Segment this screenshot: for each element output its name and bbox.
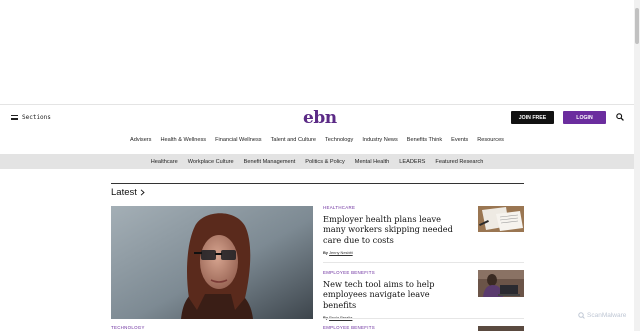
page-scrollbar[interactable] [634, 0, 640, 331]
subnav-item-leaders[interactable]: LEADERS [399, 159, 425, 165]
person-at-laptop-image [478, 270, 524, 297]
article-divider [323, 318, 524, 319]
site-logo[interactable]: ebn [303, 108, 337, 128]
nav-item-advisers[interactable]: Advisers [130, 137, 151, 143]
scanmalware-logo-icon [578, 312, 585, 319]
nav-item-benefits-think[interactable]: Benefits Think [407, 137, 442, 143]
nav-item-talent-culture[interactable]: Talent and Culture [271, 137, 316, 143]
scanmalware-watermark: ScanMalware [578, 312, 626, 319]
article-headline[interactable]: Employer health plans leave many workers… [323, 214, 465, 245]
latest-heading-link[interactable]: Latest [111, 187, 145, 198]
subnav-item-mental-health[interactable]: Mental Health [355, 159, 390, 165]
documents-on-desk-image [478, 206, 524, 232]
nav-item-resources[interactable]: Resources [477, 137, 504, 143]
article-thumbnail[interactable] [478, 206, 524, 232]
section-divider [111, 183, 524, 184]
subnav-item-workplace-culture[interactable]: Workplace Culture [188, 159, 234, 165]
article-headline[interactable]: New tech tool aims to help employees nav… [323, 279, 465, 310]
latest-title: Latest [111, 187, 137, 198]
sections-menu-button[interactable]: Sections [11, 114, 51, 121]
subnav-item-benefit-management[interactable]: Benefit Management [244, 159, 296, 165]
woman-smart-glasses-image [111, 206, 313, 319]
article-card: HEALTHCARE Employer health plans leave m… [323, 205, 524, 255]
site-header: Sections ebn JOIN FREE LOGIN [0, 104, 634, 128]
article-divider [323, 262, 524, 263]
nav-item-technology[interactable]: Technology [325, 137, 353, 143]
hero-category-tag[interactable]: TECHNOLOGY [111, 325, 145, 330]
login-button[interactable]: LOGIN [563, 111, 606, 124]
article-byline: By Jenny Nesbitt [323, 250, 524, 255]
search-icon[interactable] [616, 113, 624, 121]
join-free-button[interactable]: JOIN FREE [511, 111, 554, 124]
nav-item-health-wellness[interactable]: Health & Wellness [160, 137, 206, 143]
nav-item-industry-news[interactable]: Industry News [362, 137, 397, 143]
subnav-item-politics-policy[interactable]: Politics & Policy [305, 159, 344, 165]
byline-prefix: By [323, 250, 328, 256]
nav-item-events[interactable]: Events [451, 137, 468, 143]
article-thumbnail[interactable] [478, 270, 524, 297]
main-nav: Advisers Health & Wellness Financial Wel… [0, 137, 634, 143]
subnav-item-featured-research[interactable]: Featured Research [435, 159, 483, 165]
subnav-item-healthcare[interactable]: Healthcare [151, 159, 178, 165]
nav-item-financial-wellness[interactable]: Financial Wellness [215, 137, 262, 143]
article-thumbnail[interactable] [478, 326, 524, 331]
article-author-link[interactable]: Jenny Nesbitt [329, 250, 353, 255]
article-card: EMPLOYEE BENEFITS New tech tool aims to … [323, 270, 524, 320]
sections-label: Sections [22, 114, 51, 121]
scrollbar-thumb[interactable] [635, 8, 639, 44]
hamburger-icon [11, 115, 18, 120]
watermark-text: ScanMalware [587, 312, 627, 319]
chevron-right-icon [140, 189, 145, 196]
article-card: EMPLOYEE BENEFITS [323, 325, 524, 331]
hero-image[interactable] [111, 206, 313, 319]
sub-nav: Healthcare Workplace Culture Benefit Man… [0, 154, 634, 169]
